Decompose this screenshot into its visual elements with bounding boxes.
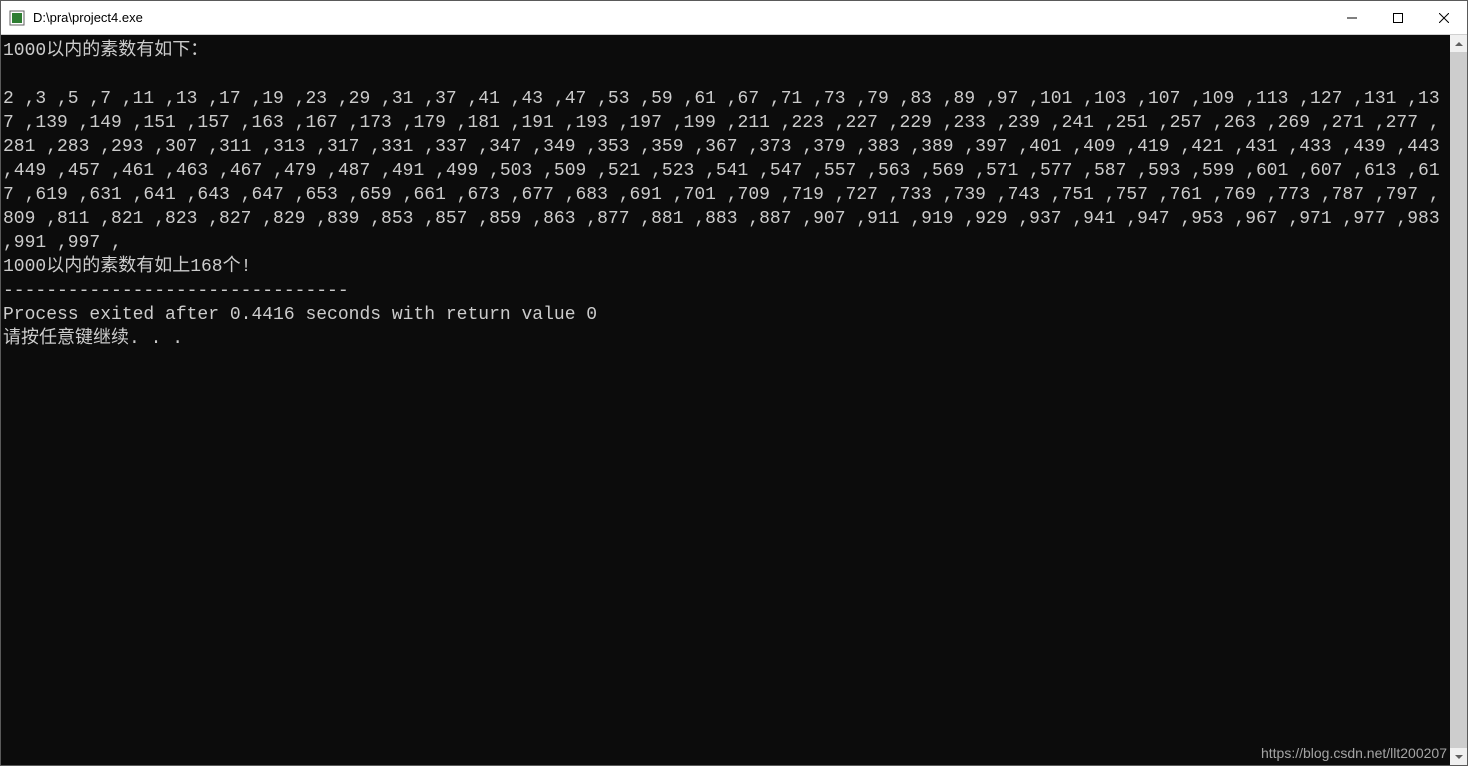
output-footer: 1000以内的素数有如上168个! [3,257,251,277]
output-header: 1000以内的素数有如下： [3,41,208,61]
titlebar-left: D:\pra\project4.exe [1,10,143,26]
output-separator: -------------------------------- [3,281,349,301]
vertical-scrollbar[interactable] [1450,35,1467,765]
output-prompt: 请按任意键继续. . . [3,329,183,349]
window-title: D:\pra\project4.exe [33,10,143,25]
console-output[interactable]: 1000以内的素数有如下： 2 ,3 ,5 ,7 ,11 ,13 ,17 ,19… [1,35,1450,765]
app-icon [9,10,25,26]
scroll-thumb[interactable] [1450,52,1467,748]
output-primes: 2 ,3 ,5 ,7 ,11 ,13 ,17 ,19 ,23 ,29 ,31 ,… [3,89,1450,253]
window-controls [1329,1,1467,34]
scroll-track[interactable] [1450,52,1467,748]
console-area: 1000以内的素数有如下： 2 ,3 ,5 ,7 ,11 ,13 ,17 ,19… [1,35,1467,765]
titlebar[interactable]: D:\pra\project4.exe [1,1,1467,35]
minimize-button[interactable] [1329,1,1375,34]
maximize-button[interactable] [1375,1,1421,34]
scroll-up-button[interactable] [1450,35,1467,52]
output-exit-msg: Process exited after 0.4416 seconds with… [3,305,597,325]
app-window: D:\pra\project4.exe 1000以内的素数有如下： 2 ,3 ,… [0,0,1468,766]
scroll-down-button[interactable] [1450,748,1467,765]
close-button[interactable] [1421,1,1467,34]
